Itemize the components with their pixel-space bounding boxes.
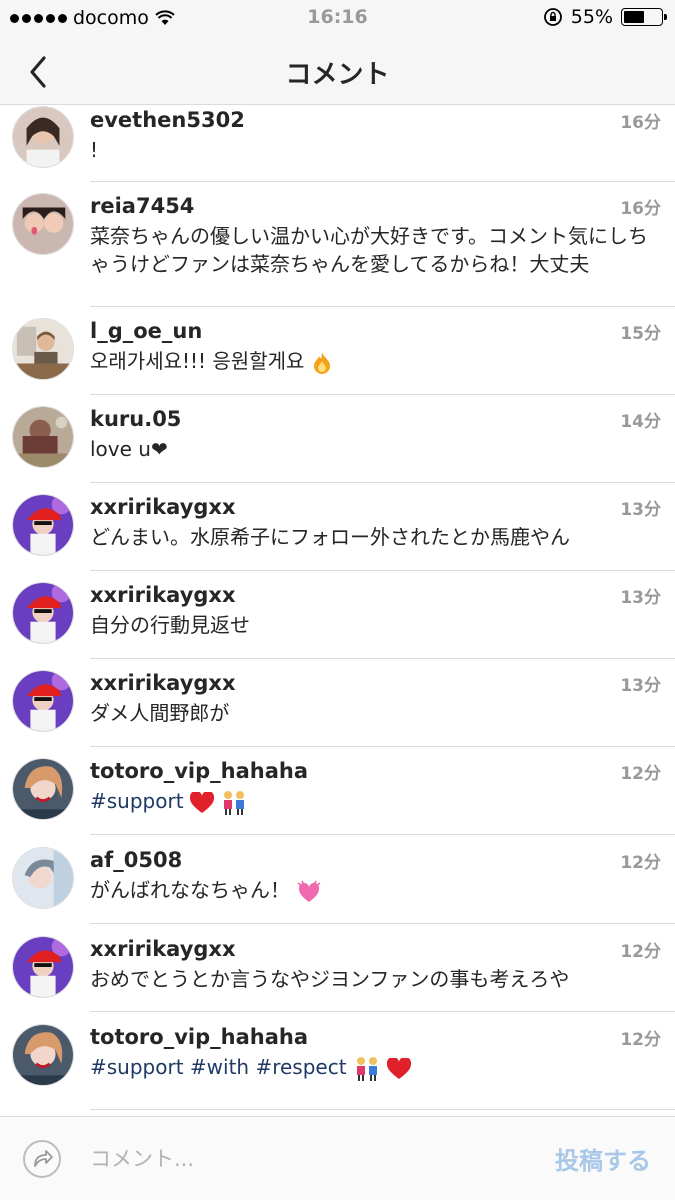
divider [90,181,675,182]
comment-body: xxririkaygxx 自分の行動見返せ [90,581,661,639]
comment-item: totoro_vip_hahaha #support #with #respec… [0,1023,675,1103]
comment-username[interactable]: xxririkaygxx [90,581,661,609]
comment-text: どんまい。水原希子にフォロー外されたとか馬鹿やん [90,525,570,549]
comment-list[interactable]: evethen5302 ! 16分 reia7454 菜奈ちゃんの優しい温かい心… [0,106,675,1116]
share-arrow-icon[interactable] [22,1139,62,1179]
comment-text-content: がんばれななちゃん！ [90,878,290,902]
comment-time: 12分 [620,942,661,962]
post-button[interactable]: 投稿する [555,1141,651,1176]
divider [90,658,675,659]
comment-item: totoro_vip_hahaha #support 12分 [0,757,675,837]
divider [90,746,675,747]
comment-body: af_0508 がんばれななちゃん！ [90,846,661,904]
avatar[interactable] [12,758,74,820]
comment-username[interactable]: kuru.05 [90,405,661,433]
status-bar: docomo 16:16 55% [0,0,675,38]
comment-text: 自分の行動見返せ [90,613,250,637]
battery-percent: 55% [570,6,613,28]
status-right: 55% [543,6,667,28]
comment-username[interactable]: totoro_vip_hahaha [90,757,661,785]
red-heart-emoji-icon [189,791,214,813]
divider [90,923,675,924]
battery-icon [621,8,667,26]
comment-item: evethen5302 ! 16分 [0,106,675,181]
comment-text: 오래가세요!!! 응원할게요 [90,347,661,375]
comment-text: #support [90,787,661,816]
rotation-lock-icon [543,8,562,26]
divider [90,570,675,571]
comment-text: ! [90,138,99,162]
avatar[interactable] [12,670,74,732]
comment-item: af_0508 がんばれななちゃん！ 12分 [0,846,675,926]
divider [90,394,675,395]
comment-time: 15分 [620,324,661,344]
comment-text-content: 오래가세요!!! 응원할게요 [90,349,305,373]
couple-emoji-icon [224,790,245,815]
hashtag-link[interactable]: #support #with #respect [90,1055,347,1079]
comment-body: xxririkaygxx どんまい。水原希子にフォロー外されたとか馬鹿やん [90,493,661,551]
comment-item: xxririkaygxx 自分の行動見返せ 13分 [0,581,675,661]
comment-item: l_g_oe_un 오래가세요!!! 응원할게요 15分 [0,317,675,397]
comment-composer: コメント... 投稿する [0,1116,675,1200]
comment-text: ダメ人間野郎が [90,701,230,725]
comment-item: reia7454 菜奈ちゃんの優しい温かい心が大好きです。コメント気にしちゃうけ… [0,192,675,302]
comment-time: 16分 [620,199,661,219]
fire-emoji-icon [313,351,330,374]
comment-username[interactable]: reia7454 [90,192,661,220]
comment-body: xxririkaygxx ダメ人間野郎が [90,669,661,727]
comment-text: 菜奈ちゃんの優しい温かい心が大好きです。コメント気にしちゃうけどファンは菜奈ちゃ… [90,224,648,276]
avatar[interactable] [12,1024,74,1086]
comment-time: 13分 [620,588,661,608]
comment-time: 14分 [620,412,661,432]
comment-body: evethen5302 ! [90,106,661,164]
comment-time: 13分 [620,676,661,696]
comment-username[interactable]: xxririkaygxx [90,493,661,521]
comment-time: 12分 [620,1030,661,1050]
divider [90,834,675,835]
comment-text: おめでとうとか言うなやジヨンファンの事も考えろや [90,967,570,991]
comment-username[interactable]: xxririkaygxx [90,935,661,963]
avatar[interactable] [12,106,74,168]
nav-bar: コメント [0,38,675,105]
comment-body: reia7454 菜奈ちゃんの優しい温かい心が大好きです。コメント気にしちゃうけ… [90,192,661,278]
comment-body: xxririkaygxx おめでとうとか言うなやジヨンファンの事も考えろや [90,935,661,993]
comment-body: totoro_vip_hahaha #support #with #respec… [90,1023,661,1082]
comment-username[interactable]: xxririkaygxx [90,669,661,697]
comment-text: #support #with #respect [90,1053,661,1082]
hashtag-link[interactable]: #support [90,789,184,813]
comment-body: kuru.05 love u❤ [90,405,661,463]
comment-time: 12分 [620,764,661,784]
comment-body: totoro_vip_hahaha #support [90,757,661,816]
comment-username[interactable]: evethen5302 [90,106,661,134]
divider [90,306,675,307]
avatar[interactable] [12,847,74,909]
heart-ribbon-emoji-icon [297,880,321,902]
avatar[interactable] [12,494,74,556]
divider [90,1011,675,1012]
comment-item: xxririkaygxx ダメ人間野郎が 13分 [0,669,675,749]
comment-time: 12分 [620,853,661,873]
comment-item: kuru.05 love u❤ 14分 [0,405,675,485]
comment-input[interactable]: コメント... [90,1143,194,1173]
avatar[interactable] [12,193,74,255]
comment-item: xxririkaygxx おめでとうとか言うなやジヨンファンの事も考えろや 12… [0,935,675,1015]
comment-username[interactable]: l_g_oe_un [90,317,661,345]
comment-time: 13分 [620,500,661,520]
page-title: コメント [285,60,390,90]
avatar[interactable] [12,318,74,380]
red-heart-emoji-icon [387,1057,412,1079]
comment-item: xxririkaygxx どんまい。水原希子にフォロー外されたとか馬鹿やん 13… [0,493,675,573]
comment-username[interactable]: totoro_vip_hahaha [90,1023,661,1051]
couple-emoji-icon [356,1056,377,1081]
comment-text: がんばれななちゃん！ [90,876,661,904]
divider [90,482,675,483]
avatar[interactable] [12,582,74,644]
comment-text: love u❤ [90,437,168,461]
divider [90,1109,675,1110]
comment-body: l_g_oe_un 오래가세요!!! 응원할게요 [90,317,661,375]
comment-time: 16分 [620,113,661,133]
avatar[interactable] [12,936,74,998]
avatar[interactable] [12,406,74,468]
comment-username[interactable]: af_0508 [90,846,661,874]
